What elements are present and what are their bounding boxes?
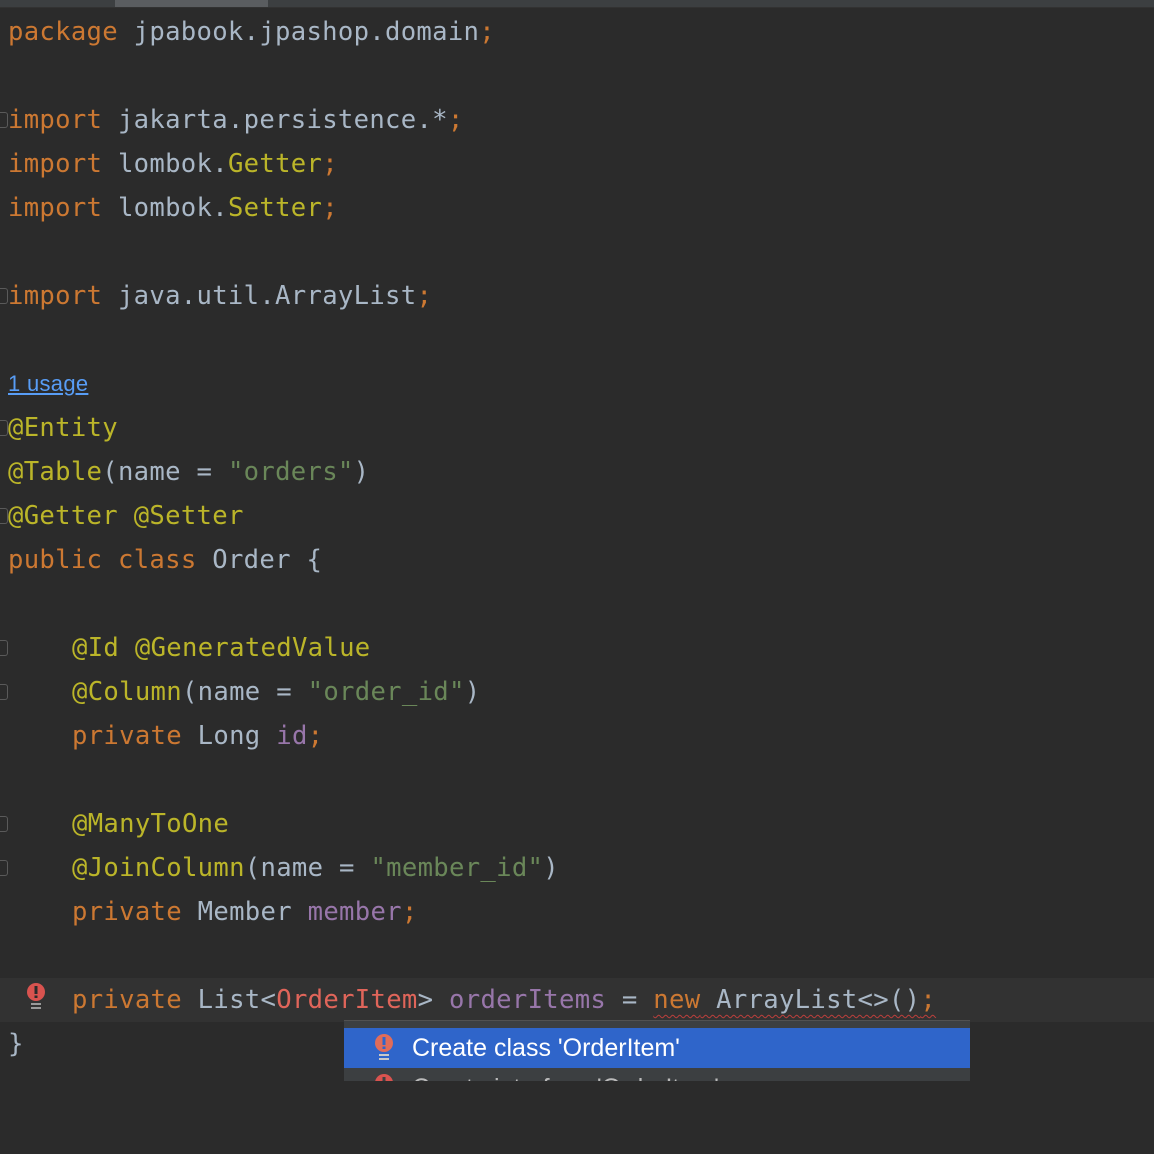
code-line-import-4: import java.util.ArrayList; [0,274,1154,318]
code-line-member-field: private Member member; [0,890,1154,934]
annotation: @JoinColumn [72,853,245,883]
unresolved-type[interactable]: OrderItem [276,985,417,1015]
code-line-id-field: private Long id; [0,714,1154,758]
import-class: Setter [227,193,323,223]
field-name: member [307,897,402,927]
inlay-usage-line: 1 usage [0,362,1154,406]
annotation: @ManyToOne [72,809,230,839]
package-name: jpabook.jpashop.domain [117,17,480,47]
fold-marker-icon[interactable] [0,684,8,700]
type-name: Long [181,721,277,751]
annotation-args: (name = [244,853,371,883]
code-editor[interactable]: package jpabook.jpashop.domain; import j… [0,8,1154,1080]
fold-marker-icon[interactable] [0,112,8,128]
keyword: private [72,897,182,927]
semicolon: ; [479,17,495,47]
field-name: orderItems [449,985,607,1015]
annotation: @Setter [133,501,244,531]
keyword: public [8,545,103,575]
code-line-entity: @Entity [0,406,1154,450]
keyword: import [8,193,103,223]
keyword: new [653,985,701,1015]
assignment: = [606,985,654,1015]
annotation-args: (name = [181,677,308,707]
quick-fix-create-class[interactable]: Create class 'OrderItem' [344,1028,970,1068]
code-line-column: @Column(name = "order_id") [0,670,1154,714]
code-line-id-annotations: @Id @GeneratedValue [0,626,1154,670]
string-literal: "orders" [227,457,354,487]
quick-fix-popup[interactable]: Create class 'OrderItem' Create interfac… [344,1020,970,1081]
import-path: java.util.ArrayList [102,281,417,311]
semicolon: ; [307,721,324,751]
code-line-package: package jpabook.jpashop.domain; [0,10,1154,54]
quick-fix-label: Create interface 'OrderItem' [412,1068,719,1081]
annotation-args: (name = [102,457,228,487]
type-name: Member [181,897,308,927]
keyword: package [8,17,118,47]
close-paren: ) [543,853,559,883]
import-class: Getter [227,149,323,179]
active-tab-indicator[interactable] [115,0,268,7]
semicolon: ; [322,193,338,223]
class-name: Order { [196,545,323,575]
keyword: private [72,721,182,751]
annotation: @GeneratedValue [134,633,371,663]
import-path: lombok. [102,193,228,223]
annotation: @Entity [8,413,118,443]
annotation: @Getter [8,501,118,531]
fold-marker-icon[interactable] [0,420,8,436]
close-paren: ) [464,677,481,707]
code-line-orderitems-current[interactable]: private List<OrderItem> orderItems = new… [0,978,1154,1022]
semicolon: ; [447,105,464,135]
import-path: jakarta.persistence.* [102,105,448,135]
fold-marker-icon[interactable] [0,816,8,832]
string-literal: "order_id" [307,677,465,707]
code-line-getter-setter: @Getter @Setter [0,494,1154,538]
field-name: id [276,721,308,751]
fold-marker-icon[interactable] [0,508,8,524]
type-name: List< [181,985,277,1015]
keyword: class [117,545,197,575]
error-bulb-icon[interactable] [24,981,48,1013]
fold-marker-icon[interactable] [0,860,8,876]
close-paren: ) [353,457,370,487]
annotation: @Id [72,633,120,663]
closing-brace: } [8,1029,24,1059]
annotation: @Table [8,457,103,487]
fold-marker-icon[interactable] [0,640,8,656]
keyword: import [8,105,103,135]
quick-fix-label: Create class 'OrderItem' [412,1034,680,1062]
constructor-call: ArrayList<>() [700,985,921,1015]
keyword: private [72,985,182,1015]
keyword: import [8,281,103,311]
semicolon: ; [322,149,338,179]
import-path: lombok. [102,149,228,179]
semicolon: ; [416,281,433,311]
code-line-manytoone: @ManyToOne [0,802,1154,846]
code-line-table: @Table(name = "orders") [0,450,1154,494]
editor-tab-strip [0,0,1154,8]
quick-fix-create-interface[interactable]: Create interface 'OrderItem' [344,1068,970,1081]
error-bulb-icon [375,1034,393,1060]
keyword: import [8,149,103,179]
generic-close: > [417,985,450,1015]
code-line-import-3: import lombok.Setter; [0,186,1154,230]
code-line-class-decl: public class Order { [0,538,1154,582]
code-line-import-2: import lombok.Getter; [0,142,1154,186]
semicolon: ; [401,897,418,927]
fold-marker-icon[interactable] [0,288,8,304]
usage-hint-link[interactable]: 1 usage [8,362,88,406]
annotation: @Column [72,677,182,707]
string-literal: "member_id" [370,853,544,883]
semicolon: ; [920,985,937,1015]
code-line-joincolumn: @JoinColumn(name = "member_id") [0,846,1154,890]
code-line-import-1: import jakarta.persistence.*; [0,98,1154,142]
